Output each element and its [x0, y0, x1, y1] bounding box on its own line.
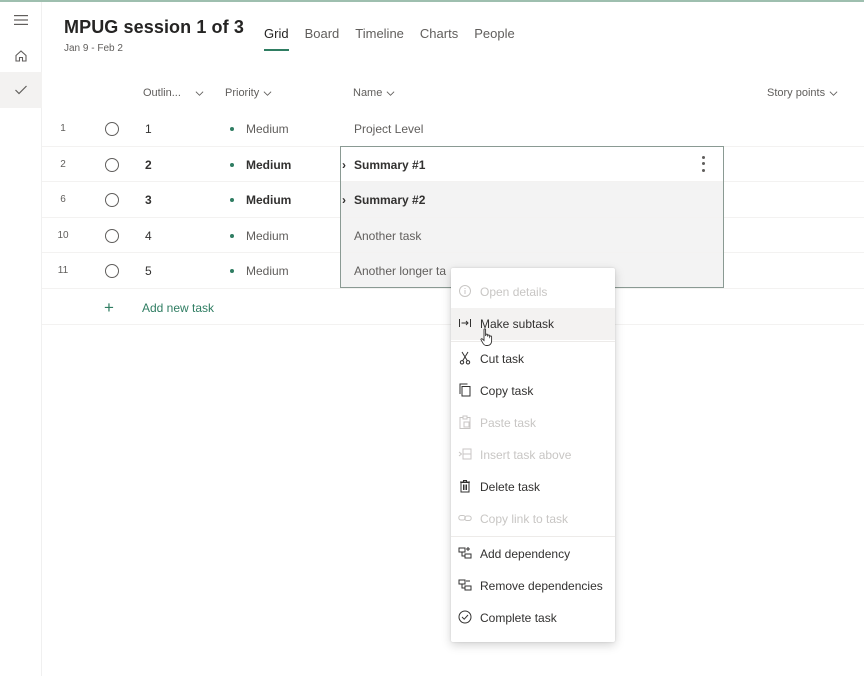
column-header-story-points[interactable]: Story points — [767, 87, 838, 99]
row-number: 10 — [57, 229, 69, 241]
checkmark-icon — [15, 85, 27, 95]
plus-icon: + — [104, 298, 114, 317]
column-header-name[interactable]: Name — [353, 87, 395, 99]
tab-timeline[interactable]: Timeline — [355, 26, 404, 51]
column-header-outline[interactable]: Outlin... — [143, 87, 204, 99]
selection-outline — [340, 146, 724, 288]
menu-item-label: Insert task above — [480, 448, 572, 462]
my-tasks-button[interactable] — [0, 72, 42, 108]
hamburger-icon — [14, 15, 28, 25]
link-icon — [458, 515, 472, 521]
plan-dates: Jan 9 - Feb 2 — [64, 43, 123, 54]
outline-number: 4 — [145, 228, 152, 243]
menu-item-add-dependency[interactable]: Add dependency — [451, 538, 615, 570]
menu-item-label: Cut task — [480, 352, 525, 366]
priority-value[interactable]: Medium — [246, 229, 289, 243]
chevron-down-icon — [263, 90, 272, 96]
chevron-down-icon — [829, 90, 838, 96]
row-number: 6 — [60, 194, 66, 206]
copy-icon — [459, 383, 471, 397]
plan-title: MPUG session 1 of 3 — [64, 17, 244, 37]
priority-dot-icon — [230, 269, 234, 274]
scissors-icon — [459, 351, 471, 365]
menu-item-cut-task[interactable]: Cut task — [451, 343, 615, 375]
menu-item-label: Remove dependencies — [480, 579, 603, 593]
tab-people[interactable]: People — [474, 26, 514, 51]
column-header-outline-label: Outlin... — [143, 87, 181, 99]
complete-task-radio[interactable] — [105, 193, 119, 208]
row-number: 1 — [60, 123, 66, 134]
menu-item-complete-task[interactable]: Complete task — [451, 602, 615, 634]
remove-dependency-icon — [458, 579, 472, 591]
hand-pointer-icon — [480, 328, 493, 346]
menu-item-label: Copy task — [480, 384, 534, 398]
menu-item-open-details[interactable]: Open details — [451, 276, 615, 308]
complete-task-radio[interactable] — [105, 157, 119, 172]
outline-number: 5 — [145, 264, 152, 279]
hamburger-menu-button[interactable] — [0, 2, 42, 38]
menu-item-make-subtask[interactable]: Make subtask — [451, 308, 615, 340]
add-dependency-icon — [458, 547, 472, 559]
menu-item-label: Delete task — [480, 480, 541, 494]
menu-item-label: Paste task — [480, 416, 537, 430]
menu-item-label: Complete task — [480, 611, 557, 625]
left-rail — [0, 2, 42, 676]
clipboard-icon — [459, 415, 471, 429]
menu-item-label: Add dependency — [480, 547, 571, 561]
chevron-down-icon — [195, 90, 204, 96]
home-icon — [15, 50, 27, 62]
home-button[interactable] — [0, 38, 42, 74]
priority-value[interactable]: Medium — [246, 264, 289, 278]
view-tabs: Grid Board Timeline Charts People — [264, 26, 531, 51]
indent-icon — [459, 319, 471, 327]
outline-number: 2 — [145, 157, 152, 172]
column-header-name-label: Name — [353, 87, 383, 99]
tab-board[interactable]: Board — [305, 26, 340, 51]
menu-item-label: Open details — [480, 285, 548, 299]
column-header-priority-label: Priority — [225, 87, 260, 99]
add-new-task-link[interactable]: Add new task — [142, 301, 214, 315]
outline-number: 1 — [145, 122, 152, 136]
priority-value[interactable]: Medium — [246, 122, 289, 136]
table-row[interactable]: 1 1 Medium Project Level — [42, 111, 864, 147]
complete-task-radio[interactable] — [105, 122, 119, 136]
row-number: 2 — [60, 158, 66, 170]
menu-item-remove-dependencies[interactable]: Remove dependencies — [451, 570, 615, 602]
task-name[interactable]: Project Level — [354, 122, 423, 136]
complete-task-radio[interactable] — [105, 228, 119, 243]
check-circle-icon — [458, 610, 472, 624]
outline-number: 3 — [145, 193, 152, 208]
menu-item-copy-task[interactable]: Copy task — [451, 375, 615, 407]
chevron-down-icon — [386, 90, 395, 96]
column-header-story-points-label: Story points — [767, 87, 826, 99]
insert-above-icon — [458, 448, 472, 460]
priority-value[interactable]: Medium — [246, 158, 291, 172]
tab-grid[interactable]: Grid — [264, 26, 289, 51]
tab-charts[interactable]: Charts — [420, 26, 458, 51]
trash-icon — [460, 480, 470, 493]
menu-item-insert-task-above[interactable]: Insert task above — [451, 439, 615, 471]
info-icon — [459, 285, 471, 297]
menu-item-paste-task[interactable]: Paste task — [451, 407, 615, 439]
priority-dot-icon — [230, 198, 234, 203]
column-header-priority[interactable]: Priority — [225, 87, 272, 99]
task-context-menu: Open details Make subtask Cut task Copy … — [451, 268, 615, 642]
priority-dot-icon — [230, 127, 234, 131]
priority-value[interactable]: Medium — [246, 193, 291, 207]
priority-dot-icon — [230, 162, 234, 167]
row-number: 11 — [57, 265, 69, 277]
complete-task-radio[interactable] — [105, 264, 119, 279]
menu-separator — [451, 341, 615, 342]
menu-item-copy-link-to-task[interactable]: Copy link to task — [451, 503, 615, 535]
menu-item-delete-task[interactable]: Delete task — [451, 471, 615, 503]
menu-separator — [451, 536, 615, 537]
menu-item-label: Copy link to task — [480, 512, 569, 526]
priority-dot-icon — [230, 233, 234, 238]
top-accent-line — [0, 0, 864, 2]
